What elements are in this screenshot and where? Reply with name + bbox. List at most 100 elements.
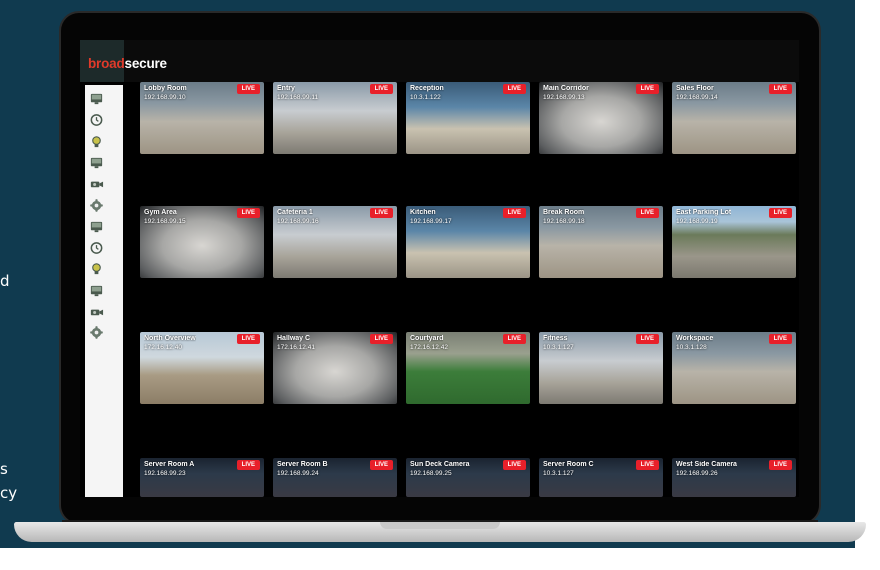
camera-tile[interactable]: Hallway C 172.16.12.41 LIVE bbox=[273, 332, 397, 404]
live-badge: LIVE bbox=[768, 334, 792, 344]
laptop-screen: broadsecure Lobby Room 192.168.99.10 LIVE E… bbox=[80, 40, 799, 497]
camera-ip: 192.168.99.25 bbox=[410, 470, 452, 477]
camera-ip: 192.168.99.11 bbox=[277, 94, 319, 101]
live-badge: LIVE bbox=[502, 84, 526, 94]
camera-tile[interactable]: Sun Deck Camera 192.168.99.25 LIVE bbox=[406, 458, 530, 497]
camera-icon[interactable] bbox=[89, 176, 104, 191]
camera-tile[interactable]: Entry 192.168.99.11 LIVE bbox=[273, 82, 397, 154]
live-badge: LIVE bbox=[635, 208, 659, 218]
camera-tile[interactable]: West Side Camera 192.168.99.26 LIVE bbox=[672, 458, 796, 497]
camera-tile[interactable]: Gym Area 192.168.99.15 LIVE bbox=[140, 206, 264, 278]
camera-name: Sales Floor bbox=[676, 85, 714, 92]
camera-name: Break Room bbox=[543, 209, 585, 216]
live-badge: LIVE bbox=[236, 208, 260, 218]
live-badge: LIVE bbox=[768, 84, 792, 94]
camera-ip: 10.3.1.122 bbox=[410, 94, 441, 101]
camera-ip: 192.168.99.26 bbox=[676, 470, 718, 477]
live-badge: LIVE bbox=[635, 84, 659, 94]
camera-name: East Parking Lot bbox=[676, 209, 732, 216]
camera-ip: 10.3.1.127 bbox=[543, 344, 574, 351]
camera-tile[interactable]: Sales Floor 192.168.99.14 LIVE bbox=[672, 82, 796, 154]
live-badge: LIVE bbox=[768, 208, 792, 218]
camera-name: Courtyard bbox=[410, 335, 444, 342]
live-badge: LIVE bbox=[369, 208, 393, 218]
camera-name: Server Room C bbox=[543, 461, 594, 468]
settings-gear-icon[interactable] bbox=[89, 198, 104, 213]
camera-ip: 192.168.99.15 bbox=[144, 218, 186, 225]
lightbulb-icon[interactable] bbox=[89, 134, 104, 149]
camera-tile[interactable]: Fitness 10.3.1.127 LIVE bbox=[539, 332, 663, 404]
camera-ip: 172.16.12.42 bbox=[410, 344, 448, 351]
live-badge: LIVE bbox=[502, 460, 526, 470]
live-badge: LIVE bbox=[502, 334, 526, 344]
live-badge: LIVE bbox=[635, 334, 659, 344]
camera-tile[interactable]: Main Corridor 192.168.99.13 LIVE bbox=[539, 82, 663, 154]
sidebar bbox=[85, 85, 123, 497]
camera-ip: 192.168.99.19 bbox=[676, 218, 718, 225]
laptop-notch bbox=[380, 522, 500, 529]
camera-tile[interactable]: Cafeteria 1 192.168.99.16 LIVE bbox=[273, 206, 397, 278]
logo-part-secure: secure bbox=[124, 56, 168, 71]
camera-name: West Side Camera bbox=[676, 461, 737, 468]
camera-name: Lobby Room bbox=[144, 85, 187, 92]
monitor-icon[interactable] bbox=[89, 91, 104, 106]
camera-name: Main Corridor bbox=[543, 85, 589, 92]
camera-ip: 192.168.99.14 bbox=[676, 94, 718, 101]
camera-icon[interactable] bbox=[89, 304, 104, 319]
alarm-clock-icon[interactable] bbox=[89, 112, 104, 127]
live-badge: LIVE bbox=[768, 460, 792, 470]
camera-tile[interactable]: Courtyard 172.16.12.42 LIVE bbox=[406, 332, 530, 404]
camera-name: Server Room B bbox=[277, 461, 328, 468]
live-badge: LIVE bbox=[635, 460, 659, 470]
background-text-fragment: s bbox=[0, 460, 8, 478]
app-logo[interactable]: broadsecure bbox=[88, 56, 167, 71]
camera-name: Kitchen bbox=[410, 209, 436, 216]
camera-ip: 10.3.1.128 bbox=[676, 344, 707, 351]
camera-ip: 192.168.99.18 bbox=[543, 218, 585, 225]
camera-ip: 192.168.99.17 bbox=[410, 218, 452, 225]
camera-name: Entry bbox=[277, 85, 295, 92]
monitor-icon[interactable] bbox=[89, 219, 104, 234]
camera-name: Reception bbox=[410, 85, 444, 92]
camera-name: Server Room A bbox=[144, 461, 195, 468]
background-text-fragment: cy bbox=[0, 484, 18, 502]
camera-tile[interactable]: Server Room A 192.168.99.23 LIVE bbox=[140, 458, 264, 497]
alarm-clock-icon[interactable] bbox=[89, 240, 104, 255]
camera-name: Workspace bbox=[676, 335, 714, 342]
camera-ip: 192.168.99.23 bbox=[144, 470, 186, 477]
monitor-icon[interactable] bbox=[89, 155, 104, 170]
live-badge: LIVE bbox=[369, 334, 393, 344]
camera-name: Fitness bbox=[543, 335, 568, 342]
camera-ip: 192.168.99.16 bbox=[277, 218, 319, 225]
camera-tile[interactable]: North Overview 172.16.12.40 LIVE bbox=[140, 332, 264, 404]
camera-tile[interactable]: Workspace 10.3.1.128 LIVE bbox=[672, 332, 796, 404]
camera-name: Sun Deck Camera bbox=[410, 461, 470, 468]
live-badge: LIVE bbox=[369, 460, 393, 470]
monitor-icon[interactable] bbox=[89, 283, 104, 298]
camera-tile[interactable]: Reception 10.3.1.122 LIVE bbox=[406, 82, 530, 154]
camera-tile[interactable]: Lobby Room 192.168.99.10 LIVE bbox=[140, 82, 264, 154]
camera-tile[interactable]: East Parking Lot 192.168.99.19 LIVE bbox=[672, 206, 796, 278]
live-badge: LIVE bbox=[369, 84, 393, 94]
app-header: broadsecure bbox=[80, 40, 799, 82]
camera-grid: Lobby Room 192.168.99.10 LIVE Entry 192.168.… bbox=[140, 82, 799, 497]
settings-gear-icon[interactable] bbox=[89, 325, 104, 340]
camera-name: Gym Area bbox=[144, 209, 177, 216]
camera-tile[interactable]: Kitchen 192.168.99.17 LIVE bbox=[406, 206, 530, 278]
camera-name: Cafeteria 1 bbox=[277, 209, 313, 216]
lightbulb-icon[interactable] bbox=[89, 261, 104, 276]
camera-name: North Overview bbox=[144, 335, 196, 342]
camera-ip: 192.168.99.10 bbox=[144, 94, 186, 101]
live-badge: LIVE bbox=[236, 334, 260, 344]
logo-part-broad: broad bbox=[88, 56, 125, 71]
camera-tile[interactable]: Server Room C 10.3.1.127 LIVE bbox=[539, 458, 663, 497]
camera-name: Hallway C bbox=[277, 335, 311, 342]
live-badge: LIVE bbox=[236, 460, 260, 470]
background-text-fragment: d bbox=[0, 272, 10, 290]
camera-ip: 172.16.12.41 bbox=[277, 344, 315, 351]
camera-ip: 10.3.1.127 bbox=[543, 470, 574, 477]
camera-ip: 192.168.99.13 bbox=[543, 94, 585, 101]
camera-tile[interactable]: Break Room 192.168.99.18 LIVE bbox=[539, 206, 663, 278]
camera-tile[interactable]: Server Room B 192.168.99.24 LIVE bbox=[273, 458, 397, 497]
camera-ip: 172.16.12.40 bbox=[144, 344, 182, 351]
